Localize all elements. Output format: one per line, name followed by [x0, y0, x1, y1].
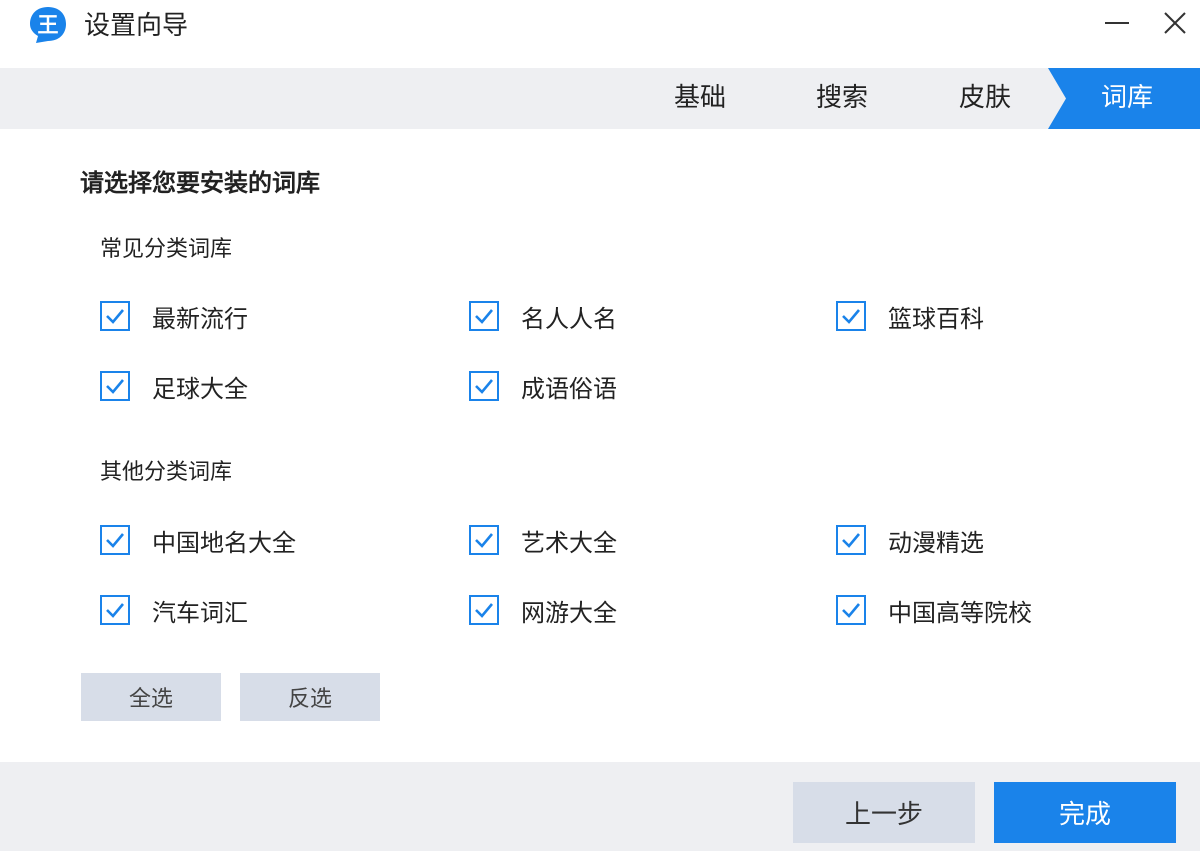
check-icon	[842, 603, 860, 618]
checkbox-item[interactable]: 动漫精选	[836, 523, 984, 557]
checkbox-item[interactable]: 汽车词汇	[100, 593, 248, 627]
check-icon	[475, 603, 493, 618]
footer-bar: 上一步 完成	[0, 762, 1200, 851]
finish-button[interactable]: 完成	[994, 782, 1176, 843]
checkbox-label: 篮球百科	[888, 304, 984, 333]
title-bar: 王 设置向导	[0, 0, 1200, 68]
step-search[interactable]: 搜索	[797, 68, 887, 129]
group-title-other: 其他分类词库	[100, 460, 233, 485]
check-icon	[106, 603, 124, 618]
checkbox[interactable]	[836, 595, 866, 625]
check-icon	[106, 379, 124, 394]
check-icon	[475, 533, 493, 548]
previous-step-button[interactable]: 上一步	[793, 782, 975, 843]
checkbox[interactable]	[100, 595, 130, 625]
checkbox[interactable]	[469, 371, 499, 401]
checkbox-label: 中国高等院校	[888, 598, 1032, 627]
check-icon	[842, 533, 860, 548]
checkbox[interactable]	[469, 301, 499, 331]
check-icon	[106, 533, 124, 548]
app-logo-icon: 王	[30, 7, 66, 43]
checkbox[interactable]	[469, 525, 499, 555]
step-basic[interactable]: 基础	[655, 68, 745, 129]
checkbox[interactable]	[836, 525, 866, 555]
checkbox-item[interactable]: 艺术大全	[469, 523, 617, 557]
checkbox-item[interactable]: 网游大全	[469, 593, 617, 627]
checkbox-label: 中国地名大全	[152, 528, 296, 557]
checkbox[interactable]	[100, 301, 130, 331]
checkbox-label: 网游大全	[521, 598, 617, 627]
invert-selection-button[interactable]: 反选	[240, 673, 380, 721]
checkbox-label: 艺术大全	[521, 528, 617, 557]
checkbox-item[interactable]: 成语俗语	[469, 369, 617, 403]
close-icon[interactable]	[1160, 8, 1190, 38]
checkbox-label: 名人人名	[521, 304, 617, 333]
checkbox-label: 最新流行	[152, 304, 248, 333]
app-logo-glyph: 王	[38, 13, 59, 37]
check-icon	[106, 309, 124, 324]
checkbox-item[interactable]: 最新流行	[100, 299, 248, 333]
checkbox[interactable]	[469, 595, 499, 625]
wizard-step-bar: 基础 搜索 皮肤 词库	[0, 68, 1200, 129]
step-skin[interactable]: 皮肤	[940, 68, 1030, 129]
checkbox[interactable]	[100, 525, 130, 555]
check-icon	[842, 309, 860, 324]
select-all-button[interactable]: 全选	[81, 673, 221, 721]
checkbox-item[interactable]: 名人人名	[469, 299, 617, 333]
check-icon	[475, 309, 493, 324]
checkbox-item[interactable]: 中国地名大全	[100, 523, 296, 557]
checkbox-item[interactable]: 篮球百科	[836, 299, 984, 333]
checkbox-item[interactable]: 中国高等院校	[836, 593, 1032, 627]
window-title: 设置向导	[84, 11, 189, 41]
checkbox[interactable]	[836, 301, 866, 331]
checkbox[interactable]	[100, 371, 130, 401]
minimize-icon[interactable]	[1102, 8, 1132, 38]
checkbox-label: 动漫精选	[888, 528, 984, 557]
checkbox-label: 足球大全	[152, 374, 248, 403]
checkbox-label: 成语俗语	[521, 374, 617, 403]
step-dictionary[interactable]: 词库	[1072, 68, 1182, 129]
checkbox-label: 汽车词汇	[152, 598, 248, 627]
group-title-common: 常见分类词库	[100, 237, 233, 262]
check-icon	[475, 379, 493, 394]
checkbox-item[interactable]: 足球大全	[100, 369, 248, 403]
section-heading: 请选择您要安装的词库	[80, 169, 320, 197]
